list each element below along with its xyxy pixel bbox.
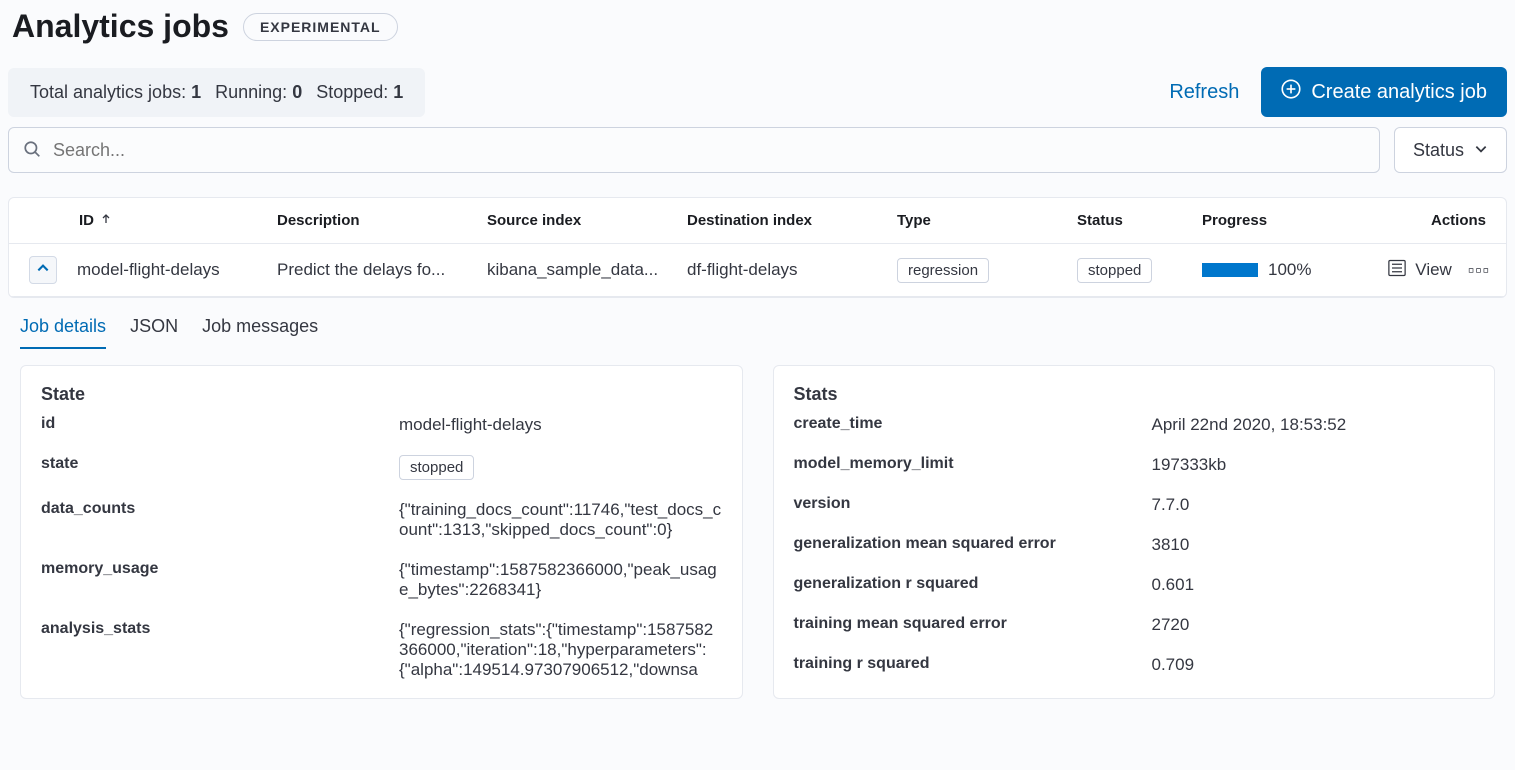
stats-heading: Stats [794, 384, 1475, 405]
state-state-value: stopped [399, 455, 474, 480]
row-id: model-flight-delays [69, 260, 269, 280]
state-datacounts-value: {"training_docs_count":11746,"test_docs_… [399, 500, 722, 540]
create-button-label: Create analytics job [1311, 81, 1487, 104]
state-state-key: state [41, 455, 391, 473]
tab-json[interactable]: JSON [130, 316, 178, 349]
tab-job-messages[interactable]: Job messages [202, 316, 318, 349]
summary-stats: Total analytics jobs: 1 Running: 0 Stopp… [8, 68, 425, 117]
stats-memlimit-value: 197333kb [1152, 455, 1475, 475]
progress-value: 100% [1268, 260, 1311, 280]
stats-tmse-key: training mean squared error [794, 615, 1144, 633]
stats-createtime-value: April 22nd 2020, 18:53:52 [1152, 415, 1475, 435]
chevron-up-icon [36, 260, 50, 280]
status-filter[interactable]: Status [1394, 127, 1507, 173]
state-analysis-value: {"regression_stats":{"timestamp":1587582… [399, 620, 722, 680]
detail-tabs: Job details JSON Job messages [20, 316, 1507, 349]
stats-trs-value: 0.709 [1152, 655, 1475, 675]
stats-grs-key: generalization r squared [794, 575, 1144, 593]
col-id[interactable]: ID [69, 212, 269, 229]
view-button[interactable]: View [1387, 258, 1452, 283]
create-analytics-job-button[interactable]: Create analytics job [1261, 67, 1507, 117]
running-value: 0 [292, 82, 302, 102]
refresh-link[interactable]: Refresh [1169, 81, 1239, 104]
row-source: kibana_sample_data... [479, 260, 679, 280]
col-actions: Actions [1364, 212, 1506, 229]
plus-circle-icon [1281, 79, 1301, 105]
stats-version-key: version [794, 495, 1144, 513]
row-more-actions[interactable]: ▫▫▫ [1468, 260, 1490, 281]
row-status-badge: stopped [1077, 258, 1152, 283]
col-dest[interactable]: Destination index [679, 212, 889, 229]
stopped-label: Stopped: [316, 82, 388, 102]
state-heading: State [41, 384, 722, 405]
status-filter-label: Status [1413, 140, 1464, 161]
state-id-value: model-flight-delays [399, 415, 722, 435]
stats-tmse-value: 2720 [1152, 615, 1475, 635]
stats-version-value: 7.7.0 [1152, 495, 1475, 515]
stats-memlimit-key: model_memory_limit [794, 455, 1144, 473]
progress-bar [1202, 263, 1258, 277]
row-dest: df-flight-delays [679, 260, 889, 280]
state-memory-value: {"timestamp":1587582366000,"peak_usage_b… [399, 560, 722, 600]
list-icon [1387, 258, 1407, 283]
search-input[interactable] [53, 140, 1365, 161]
search-box[interactable] [8, 127, 1380, 173]
search-icon [23, 140, 53, 161]
stats-gmse-value: 3810 [1152, 535, 1475, 555]
page-title: Analytics jobs [12, 8, 229, 45]
chevron-down-icon [1474, 140, 1488, 161]
table-row: model-flight-delays Predict the delays f… [9, 244, 1506, 297]
col-status[interactable]: Status [1069, 212, 1194, 229]
sort-asc-icon [100, 212, 112, 229]
stats-trs-key: training r squared [794, 655, 1144, 673]
stats-createtime-key: create_time [794, 415, 1144, 433]
row-type-badge: regression [897, 258, 989, 283]
stopped-value: 1 [393, 82, 403, 102]
col-description[interactable]: Description [269, 212, 479, 229]
col-id-label: ID [79, 212, 94, 229]
tab-job-details[interactable]: Job details [20, 316, 106, 349]
state-datacounts-key: data_counts [41, 500, 391, 518]
jobs-table: ID Description Source index Destination … [8, 197, 1507, 298]
experimental-badge: EXPERIMENTAL [243, 13, 398, 41]
state-panel: State id model-flight-delays state stopp… [20, 365, 743, 699]
state-memory-key: memory_usage [41, 560, 391, 578]
view-label: View [1415, 260, 1452, 280]
total-value: 1 [191, 82, 201, 102]
row-description: Predict the delays fo... [269, 260, 479, 280]
stats-panel: Stats create_time April 22nd 2020, 18:53… [773, 365, 1496, 699]
total-label: Total analytics jobs: [30, 82, 186, 102]
stats-gmse-key: generalization mean squared error [794, 535, 1144, 553]
expand-row-button[interactable] [29, 256, 57, 284]
state-analysis-key: analysis_stats [41, 620, 391, 638]
col-type[interactable]: Type [889, 212, 1069, 229]
col-progress[interactable]: Progress [1194, 212, 1364, 229]
stats-grs-value: 0.601 [1152, 575, 1475, 595]
state-id-key: id [41, 415, 391, 433]
running-label: Running: [215, 82, 287, 102]
col-source[interactable]: Source index [479, 212, 679, 229]
